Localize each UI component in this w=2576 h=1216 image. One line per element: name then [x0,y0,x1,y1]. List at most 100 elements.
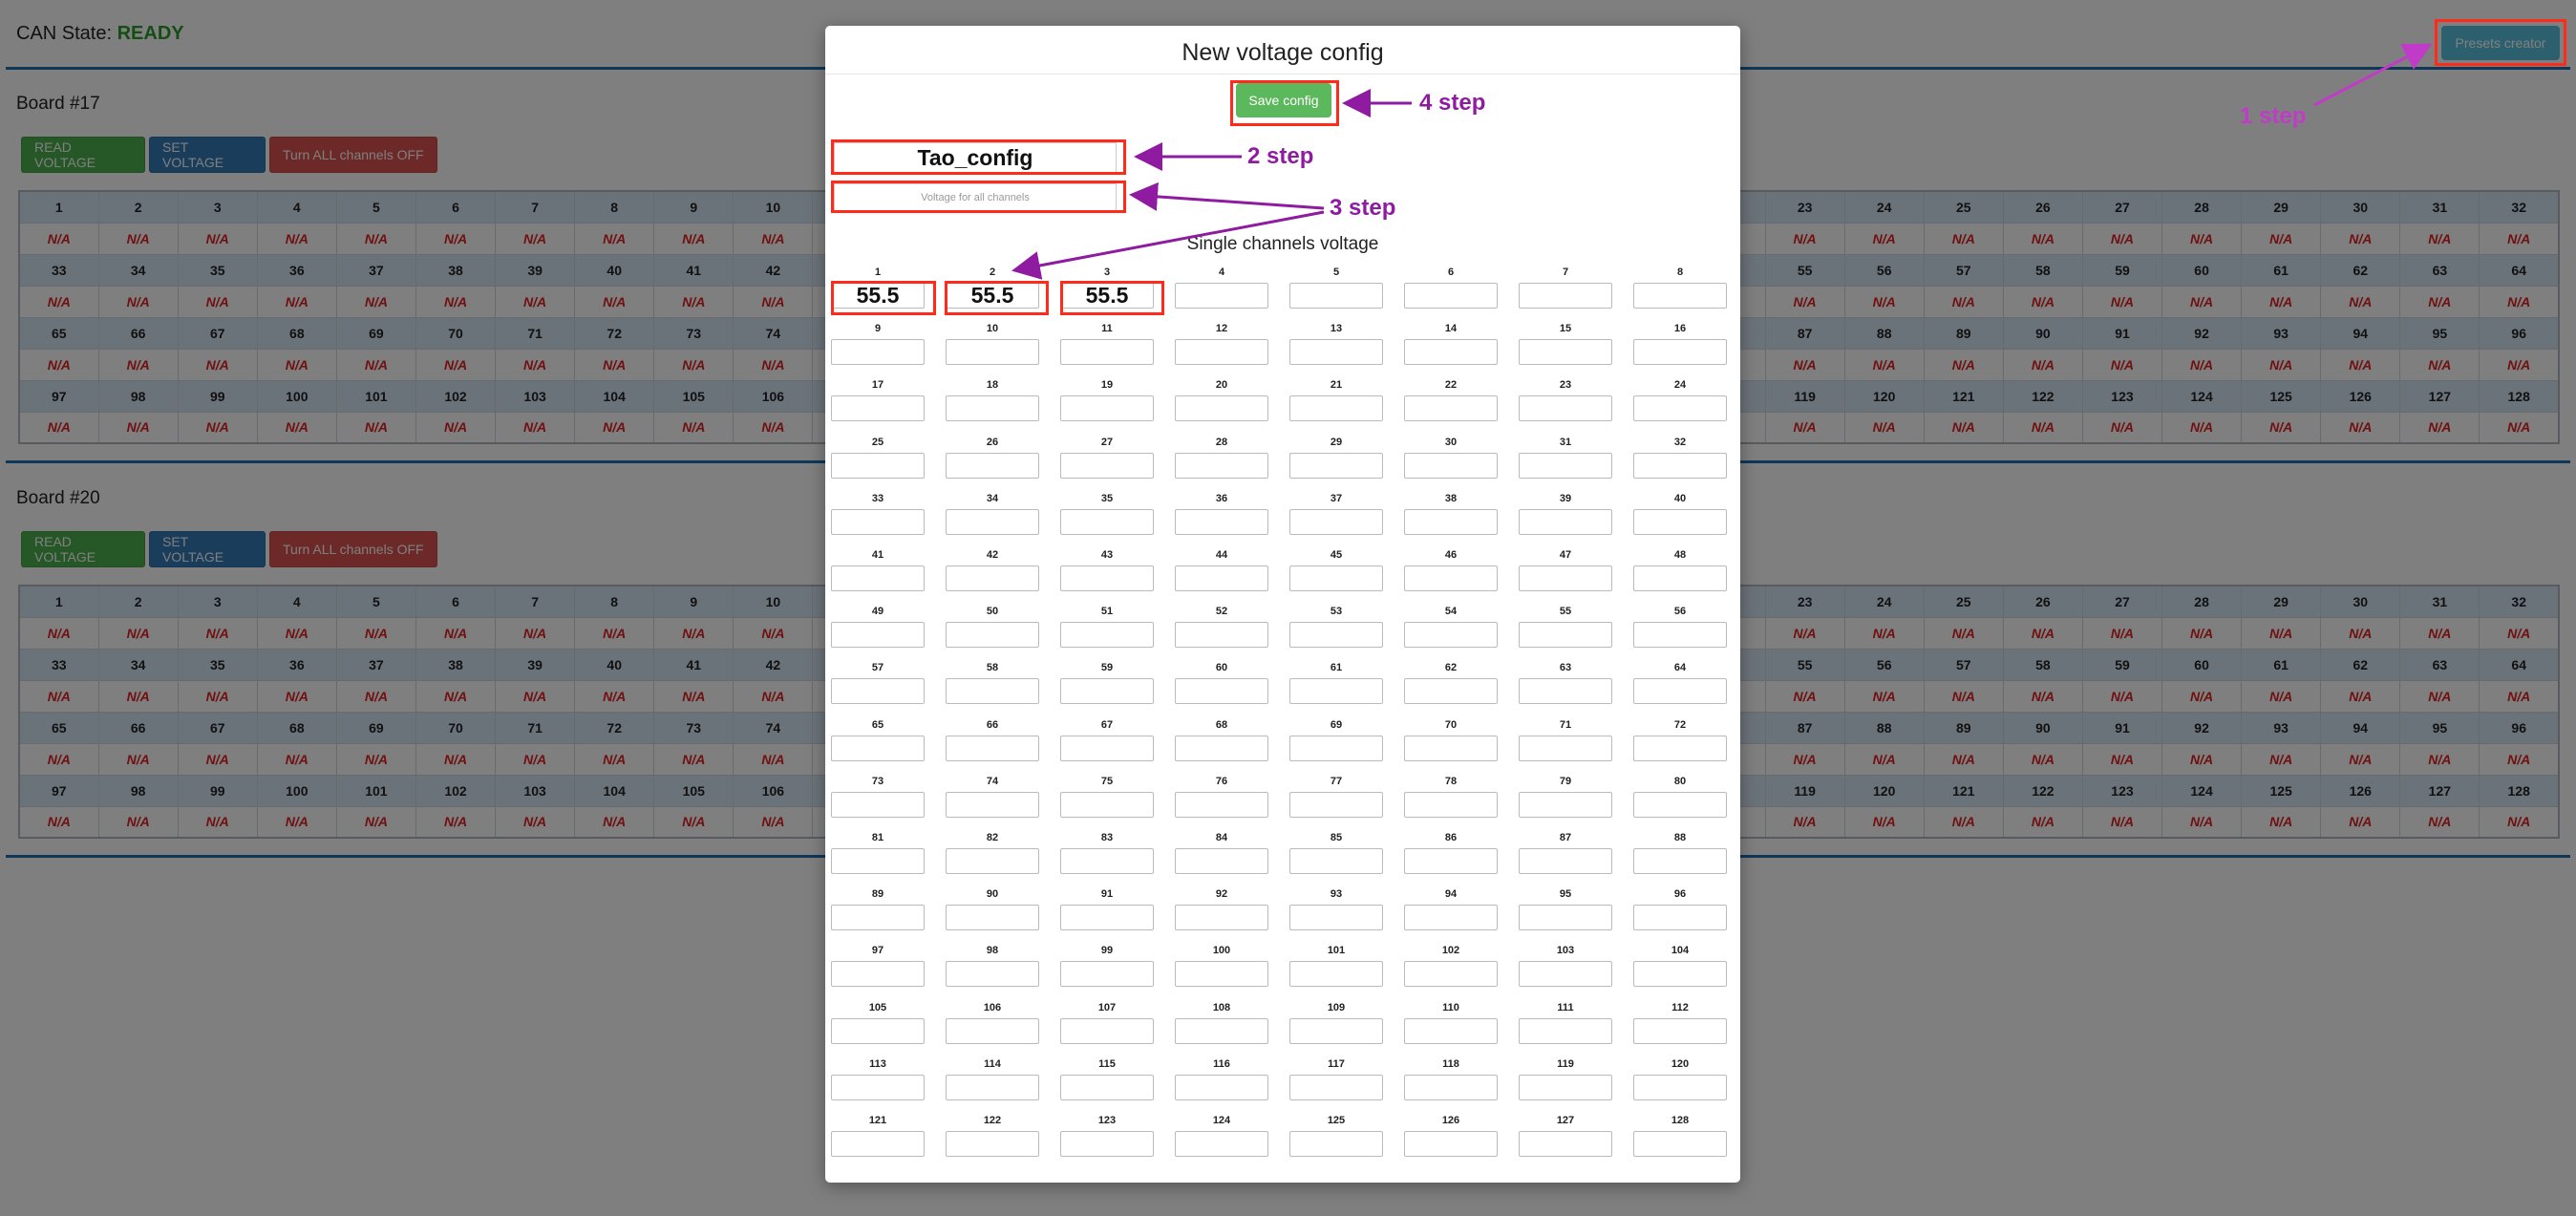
channel-voltage-input[interactable] [1633,283,1727,309]
channel-voltage-input[interactable] [1519,791,1612,818]
channel-voltage-input[interactable] [1633,1131,1727,1157]
channel-voltage-input[interactable] [831,1131,925,1157]
channel-voltage-input[interactable] [1633,395,1727,422]
channel-voltage-input[interactable] [1175,339,1268,366]
channel-voltage-input[interactable] [1060,791,1154,818]
channel-voltage-input[interactable] [1289,452,1383,479]
channel-voltage-input[interactable] [1175,735,1268,761]
channel-voltage-input[interactable] [946,283,1039,309]
channel-voltage-input[interactable] [1060,622,1154,649]
channel-voltage-input[interactable] [1060,1131,1154,1157]
channel-voltage-input[interactable] [1289,1131,1383,1157]
channel-voltage-input[interactable] [831,735,925,761]
channel-voltage-input[interactable] [1060,678,1154,705]
channel-voltage-input[interactable] [831,283,925,309]
channel-voltage-input[interactable] [1289,1017,1383,1044]
channel-voltage-input[interactable] [1175,452,1268,479]
channel-voltage-input[interactable] [946,735,1039,761]
channel-voltage-input[interactable] [831,339,925,366]
channel-voltage-input[interactable] [1519,905,1612,931]
channel-voltage-input[interactable] [831,395,925,422]
channel-voltage-input[interactable] [946,452,1039,479]
channel-voltage-input[interactable] [1289,565,1383,591]
channel-voltage-input[interactable] [1175,508,1268,535]
channel-voltage-input[interactable] [1633,791,1727,818]
channel-voltage-input[interactable] [946,339,1039,366]
channel-voltage-input[interactable] [1404,735,1498,761]
channel-voltage-input[interactable] [946,791,1039,818]
channel-voltage-input[interactable] [1633,339,1727,366]
channel-voltage-input[interactable] [1289,283,1383,309]
channel-voltage-input[interactable] [1175,1074,1268,1100]
channel-voltage-input[interactable] [946,905,1039,931]
channel-voltage-input[interactable] [1175,848,1268,874]
channel-voltage-input[interactable] [1633,622,1727,649]
channel-voltage-input[interactable] [1404,791,1498,818]
all-channels-voltage-input[interactable] [834,183,1117,212]
channel-voltage-input[interactable] [1175,622,1268,649]
channel-voltage-input[interactable] [946,1017,1039,1044]
channel-voltage-input[interactable] [1289,791,1383,818]
channel-voltage-input[interactable] [831,678,925,705]
channel-voltage-input[interactable] [1060,339,1154,366]
channel-voltage-input[interactable] [1519,1131,1612,1157]
channel-voltage-input[interactable] [1060,508,1154,535]
channel-voltage-input[interactable] [1633,735,1727,761]
channel-voltage-input[interactable] [1633,452,1727,479]
channel-voltage-input[interactable] [1404,395,1498,422]
channel-voltage-input[interactable] [1289,339,1383,366]
channel-voltage-input[interactable] [1519,283,1612,309]
channel-voltage-input[interactable] [831,961,925,988]
channel-voltage-input[interactable] [1289,961,1383,988]
channel-voltage-input[interactable] [1404,622,1498,649]
channel-voltage-input[interactable] [946,961,1039,988]
channel-voltage-input[interactable] [1633,905,1727,931]
channel-voltage-input[interactable] [1175,1131,1268,1157]
channel-voltage-input[interactable] [946,1074,1039,1100]
channel-voltage-input[interactable] [1519,622,1612,649]
channel-voltage-input[interactable] [1175,565,1268,591]
channel-voltage-input[interactable] [1060,961,1154,988]
channel-voltage-input[interactable] [1060,395,1154,422]
channel-voltage-input[interactable] [1060,283,1154,309]
channel-voltage-input[interactable] [1060,1074,1154,1100]
channel-voltage-input[interactable] [1175,283,1268,309]
channel-voltage-input[interactable] [1404,339,1498,366]
channel-voltage-input[interactable] [1519,452,1612,479]
channel-voltage-input[interactable] [1519,339,1612,366]
save-config-button[interactable]: Save config [1236,83,1331,117]
channel-voltage-input[interactable] [1633,565,1727,591]
channel-voltage-input[interactable] [1404,565,1498,591]
channel-voltage-input[interactable] [1404,1074,1498,1100]
channel-voltage-input[interactable] [946,678,1039,705]
channel-voltage-input[interactable] [1519,1017,1612,1044]
channel-voltage-input[interactable] [831,565,925,591]
channel-voltage-input[interactable] [1404,961,1498,988]
channel-voltage-input[interactable] [1175,1017,1268,1044]
channel-voltage-input[interactable] [946,508,1039,535]
channel-voltage-input[interactable] [831,452,925,479]
channel-voltage-input[interactable] [1404,1131,1498,1157]
config-name-input[interactable] [834,142,1117,173]
channel-voltage-input[interactable] [1289,905,1383,931]
channel-voltage-input[interactable] [1633,848,1727,874]
channel-voltage-input[interactable] [1519,565,1612,591]
channel-voltage-input[interactable] [831,905,925,931]
channel-voltage-input[interactable] [1060,735,1154,761]
channel-voltage-input[interactable] [946,395,1039,422]
channel-voltage-input[interactable] [1289,1074,1383,1100]
channel-voltage-input[interactable] [831,791,925,818]
channel-voltage-input[interactable] [1519,508,1612,535]
channel-voltage-input[interactable] [1519,678,1612,705]
channel-voltage-input[interactable] [1289,848,1383,874]
channel-voltage-input[interactable] [1633,508,1727,535]
channel-voltage-input[interactable] [1060,452,1154,479]
channel-voltage-input[interactable] [1175,395,1268,422]
channel-voltage-input[interactable] [1175,678,1268,705]
channel-voltage-input[interactable] [1519,1074,1612,1100]
channel-voltage-input[interactable] [1633,961,1727,988]
channel-voltage-input[interactable] [1289,508,1383,535]
channel-voltage-input[interactable] [1060,565,1154,591]
channel-voltage-input[interactable] [1404,678,1498,705]
channel-voltage-input[interactable] [1404,1017,1498,1044]
